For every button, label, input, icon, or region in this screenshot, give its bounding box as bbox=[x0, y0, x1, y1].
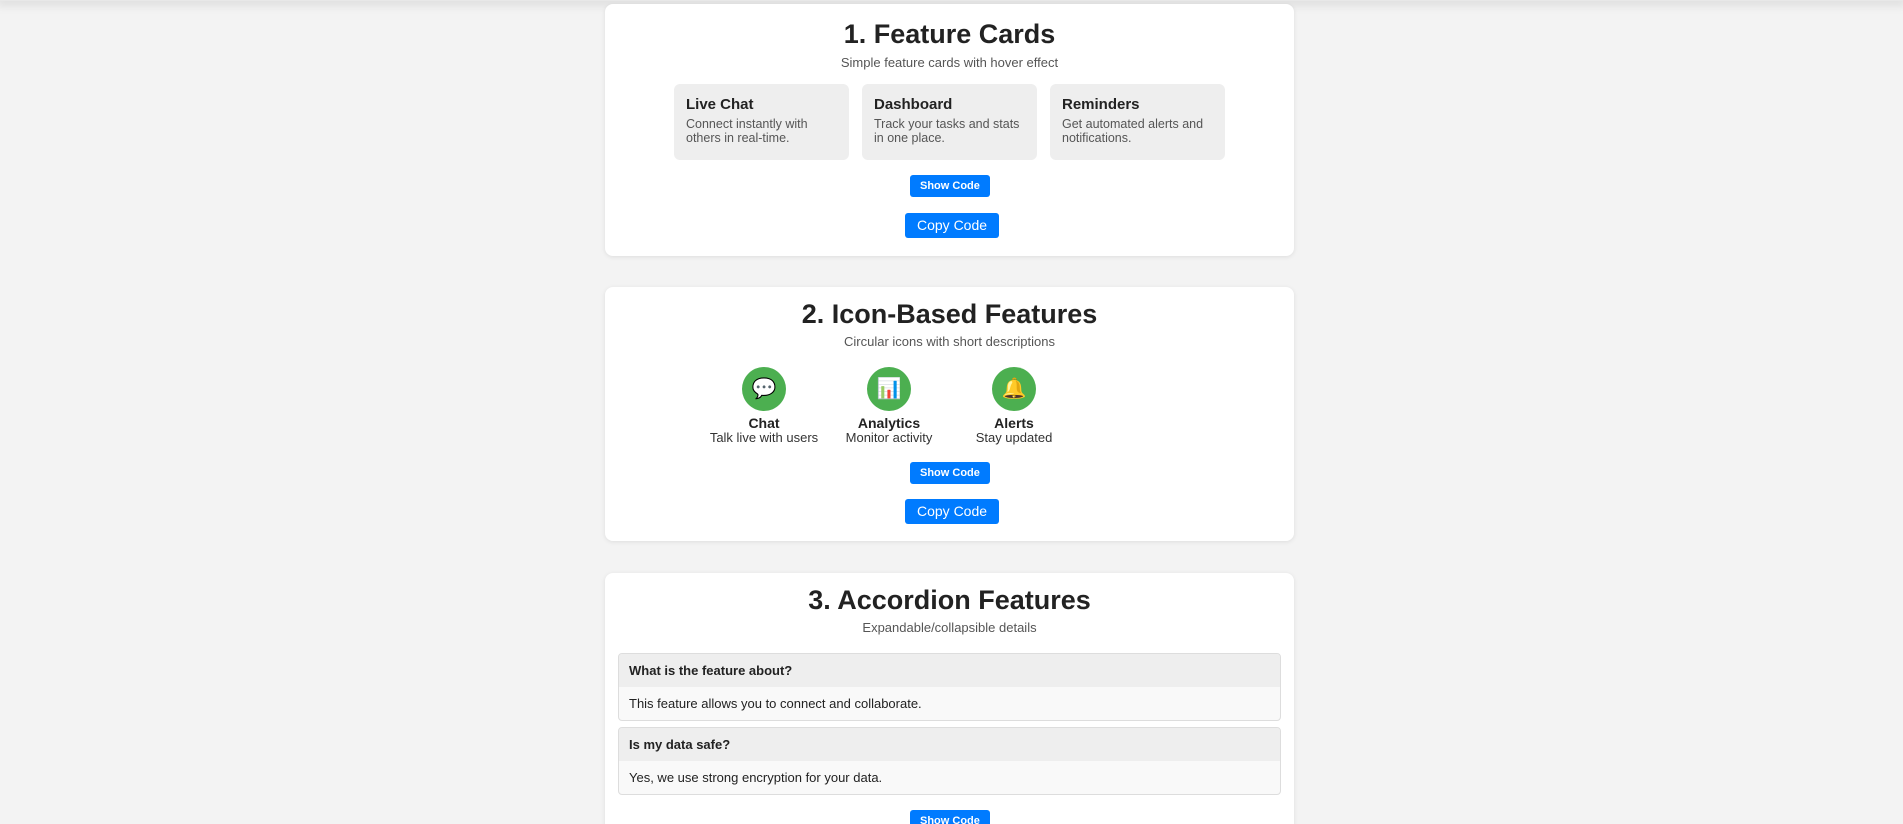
icon-feature-description: Monitor activity bbox=[845, 430, 933, 445]
feature-card-description: Track your tasks and stats in one place. bbox=[874, 117, 1020, 146]
icon-feature-title: Alerts bbox=[994, 415, 1034, 431]
accordion-features-section: 3. Accordion Features Expandable/collaps… bbox=[605, 573, 1294, 824]
accordion-item: Is my data safe? Yes, we use strong encr… bbox=[618, 727, 1281, 795]
feature-cards-section: 1. Feature Cards Simple feature cards wi… bbox=[605, 4, 1294, 256]
section-subtitle: Simple feature cards with hover effect bbox=[840, 55, 1059, 70]
feature-card-description: Connect instantly with others in real-ti… bbox=[686, 117, 808, 146]
icon-feature-title: Chat bbox=[748, 415, 780, 431]
section-title: 3. Accordion Features bbox=[808, 585, 1091, 615]
section-subtitle: Circular icons with short descriptions bbox=[844, 334, 1055, 349]
icon-feature-alerts: 🔔 Alerts Stay updated bbox=[954, 367, 1074, 445]
feature-card-live-chat[interactable]: Live Chat Connect instantly with others … bbox=[674, 84, 849, 160]
speech-bubble-icon: 💬 bbox=[742, 367, 786, 411]
icon-features-section: 2. Icon-Based Features Circular icons wi… bbox=[605, 287, 1294, 541]
page: 1. Feature Cards Simple feature cards wi… bbox=[0, 0, 1903, 824]
accordion-answer: This feature allows you to connect and c… bbox=[629, 696, 922, 711]
feature-card-reminders[interactable]: Reminders Get automated alerts and notif… bbox=[1050, 84, 1225, 160]
show-code-button[interactable]: Show Code bbox=[910, 462, 990, 484]
accordion-answer: Yes, we use strong encryption for your d… bbox=[629, 770, 883, 785]
feature-card-title: Dashboard bbox=[874, 96, 953, 113]
feature-card-title: Live Chat bbox=[686, 96, 754, 113]
show-code-button[interactable]: Show Code bbox=[910, 175, 990, 197]
feature-card-description: Get automated alerts and notifications. bbox=[1062, 117, 1204, 146]
section-title: 2. Icon-Based Features bbox=[801, 299, 1098, 329]
section-title: 1. Feature Cards bbox=[843, 19, 1056, 49]
feature-cards-row: Live Chat Connect instantly with others … bbox=[674, 84, 1225, 160]
accordion-question[interactable]: Is my data safe? bbox=[619, 728, 1280, 761]
show-code-button[interactable]: Show Code bbox=[910, 810, 990, 824]
copy-code-button[interactable]: Copy Code bbox=[905, 213, 1000, 238]
icon-feature-description: Stay updated bbox=[975, 430, 1053, 445]
feature-card-dashboard[interactable]: Dashboard Track your tasks and stats in … bbox=[862, 84, 1037, 160]
bar-chart-icon: 📊 bbox=[867, 367, 911, 411]
icon-feature-title: Analytics bbox=[857, 415, 921, 431]
icon-feature-analytics: 📊 Analytics Monitor activity bbox=[829, 367, 949, 445]
accordion-item: What is the feature about? This feature … bbox=[618, 653, 1281, 721]
copy-code-button[interactable]: Copy Code bbox=[905, 499, 1000, 524]
feature-card-title: Reminders bbox=[1062, 96, 1140, 113]
accordion-question[interactable]: What is the feature about? bbox=[619, 654, 1280, 687]
section-subtitle: Expandable/collapsible details bbox=[862, 620, 1037, 635]
bell-icon: 🔔 bbox=[992, 367, 1036, 411]
icon-feature-description: Talk live with users bbox=[709, 430, 819, 445]
icon-feature-chat: 💬 Chat Talk live with users bbox=[704, 367, 824, 445]
